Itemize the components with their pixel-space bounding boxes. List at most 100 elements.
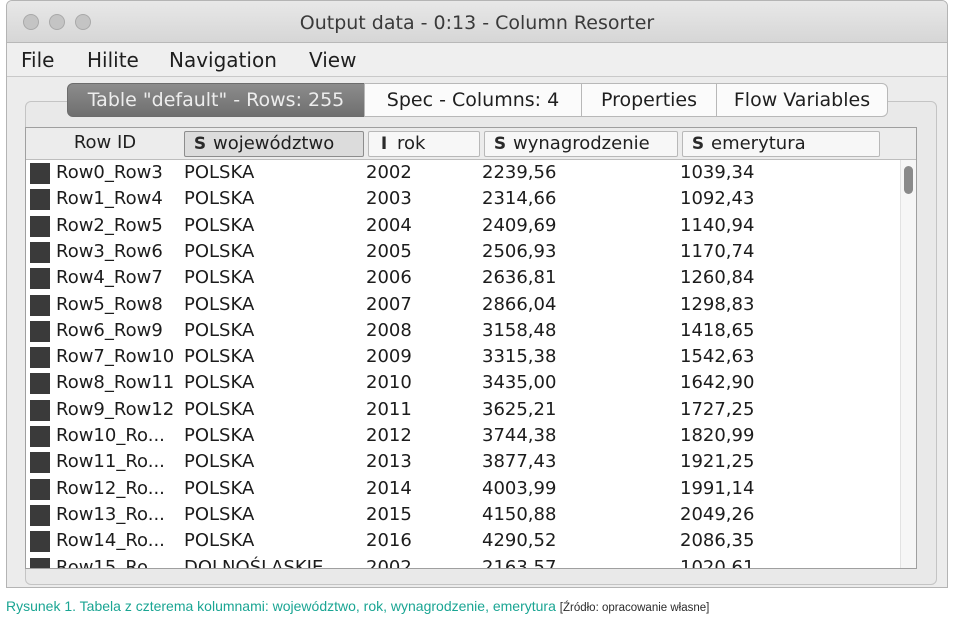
- string-type-icon: S: [193, 134, 207, 154]
- table-row[interactable]: Row8_Row11 POLSKA 2010 3435,00 1642,90: [26, 370, 902, 396]
- column-header-wojewodztwo[interactable]: Swojewództwo: [184, 131, 364, 157]
- column-header-label: Row ID: [73, 132, 137, 153]
- table-cell: POLSKA: [184, 267, 255, 289]
- table-row[interactable]: Row13_Ro... POLSKA 2015 4150,88 2049,26: [26, 502, 902, 528]
- table-cell: POLSKA: [184, 425, 255, 446]
- table-cell: POLSKA: [184, 188, 255, 210]
- table-row[interactable]: Row1_Row4 POLSKA 2003 2314,66 1092,43: [26, 186, 902, 212]
- table-row[interactable]: Row14_Ro... POLSKA 2016 4290,52 2086,35: [26, 528, 902, 554]
- table-cell: 3744,38: [482, 425, 557, 446]
- table-cell: 2014: [366, 477, 412, 499]
- table-cell: 2004: [366, 214, 412, 236]
- table-row[interactable]: Row10_Ro... POLSKA 2012 3744,38 1820,99: [26, 423, 902, 449]
- column-header-row-id[interactable]: Row ID: [30, 131, 180, 157]
- table-row[interactable]: Row15_Ro... DOLNOŚLĄSKIE 2002 2163,57 1020,6…: [26, 555, 902, 569]
- row-id-cell: Row6_Row9: [56, 319, 163, 341]
- table-cell: 1642,90: [680, 372, 755, 394]
- menu-file[interactable]: File: [21, 48, 54, 72]
- table-cell: POLSKA: [184, 477, 255, 499]
- string-type-icon: S: [493, 134, 507, 154]
- row-color-marker: [30, 504, 50, 526]
- caption-source: [Źródło: opracowanie własne]: [559, 602, 710, 614]
- tab-table-default[interactable]: Table "default" - Rows: 255: [67, 83, 365, 117]
- table-cell: 2003: [366, 188, 412, 210]
- table-row[interactable]: Row12_Ro... POLSKA 2014 4003,99 1991,14: [26, 476, 902, 502]
- table-row[interactable]: Row0_Row3 POLSKA 2002 2239,56 1039,34: [26, 160, 902, 186]
- table-row[interactable]: Row7_Row10 POLSKA 2009 3315,38 1542,63: [26, 344, 902, 370]
- table-cell: POLSKA: [184, 162, 255, 183]
- table-cell: POLSKA: [184, 346, 255, 368]
- row-color-marker: [30, 452, 50, 474]
- row-id-cell: Row4_Row7: [56, 267, 163, 289]
- table-cell: 1820,99: [680, 425, 755, 446]
- table-cell: 2008: [366, 319, 412, 341]
- table-row[interactable]: Row9_Row12 POLSKA 2011 3625,21 1727,25: [26, 397, 902, 423]
- row-color-marker: [30, 320, 50, 342]
- table-cell: 2012: [366, 425, 412, 446]
- table-row[interactable]: Row5_Row8 POLSKA 2007 2866,04 1298,83: [26, 292, 902, 318]
- table-row[interactable]: Row4_Row7 POLSKA 2006 2636,81 1260,84: [26, 265, 902, 291]
- table-cell: 2163,57: [482, 556, 557, 569]
- column-header-emerytura[interactable]: Semerytura: [682, 131, 880, 157]
- table-cell: 3315,38: [482, 346, 557, 368]
- menu-view[interactable]: View: [309, 48, 356, 72]
- table-cell: 2314,66: [482, 188, 557, 210]
- table-cell: 2016: [366, 530, 412, 552]
- tab-properties[interactable]: Properties: [581, 83, 717, 117]
- table-cell: 2002: [366, 162, 412, 183]
- menu-hilite[interactable]: Hilite: [87, 48, 139, 72]
- row-id-cell: Row5_Row8: [56, 293, 163, 315]
- column-header-label: województwo: [213, 133, 335, 154]
- tab-flow-variables[interactable]: Flow Variables: [716, 83, 888, 117]
- table-cell: POLSKA: [184, 293, 255, 315]
- row-color-marker: [30, 241, 50, 263]
- table-row[interactable]: Row6_Row9 POLSKA 2008 3158,48 1418,65: [26, 318, 902, 344]
- row-id-cell: Row3_Row6: [56, 240, 163, 262]
- column-header-label: rok: [397, 133, 426, 154]
- row-id-cell: Row12_Ro...: [56, 477, 165, 499]
- table-cell: 1092,43: [680, 188, 755, 210]
- vertical-scrollbar[interactable]: [900, 160, 916, 568]
- row-color-marker: [30, 373, 50, 395]
- application-window: Output data - 0:13 - Column Resorter Fil…: [6, 0, 948, 588]
- column-header-wynagrodzenie[interactable]: Swynagrodzenie: [484, 131, 678, 157]
- row-color-marker: [30, 426, 50, 447]
- menu-navigation[interactable]: Navigation: [169, 48, 277, 72]
- table-cell: 2002: [366, 556, 412, 569]
- table-cell: 4003,99: [482, 477, 557, 499]
- table-cell: POLSKA: [184, 372, 255, 394]
- table-cell: 1418,65: [680, 319, 755, 341]
- figure-caption: Rysunek 1. Tabela z czterema kolumnami: …: [6, 598, 709, 614]
- row-id-cell: Row10_Ro...: [56, 425, 165, 446]
- table-cell: 1039,34: [680, 162, 755, 183]
- table-header: Row ID Swojewództwo Irok Swynagrodzenie …: [26, 128, 916, 160]
- data-table: Row ID Swojewództwo Irok Swynagrodzenie …: [25, 127, 917, 569]
- column-header-rok[interactable]: Irok: [368, 131, 480, 157]
- table-cell: 3877,43: [482, 451, 557, 473]
- row-id-cell: Row15_Ro...: [56, 556, 165, 569]
- row-id-cell: Row2_Row5: [56, 214, 163, 236]
- row-id-cell: Row14_Ro...: [56, 530, 165, 552]
- table-row[interactable]: Row3_Row6 POLSKA 2005 2506,93 1170,74: [26, 239, 902, 265]
- table-cell: DOLNOŚLĄSKIE: [184, 556, 324, 569]
- tab-spec[interactable]: Spec - Columns: 4: [364, 83, 582, 117]
- row-id-cell: Row0_Row3: [56, 162, 163, 183]
- table-cell: 2009: [366, 346, 412, 368]
- row-id-cell: Row1_Row4: [56, 188, 163, 210]
- menu-bar: File Hilite Navigation View: [7, 43, 947, 77]
- table-cell: POLSKA: [184, 319, 255, 341]
- table-cell: 3158,48: [482, 319, 557, 341]
- table-cell: 1921,25: [680, 451, 755, 473]
- table-row[interactable]: Row11_Ro... POLSKA 2013 3877,43 1921,25: [26, 449, 902, 475]
- scrollbar-thumb[interactable]: [904, 166, 913, 194]
- table-cell: 2239,56: [482, 162, 557, 183]
- column-header-label: wynagrodzenie: [513, 133, 650, 154]
- table-cell: 2866,04: [482, 293, 557, 315]
- table-cell: 2506,93: [482, 240, 557, 262]
- row-color-marker: [30, 399, 50, 421]
- table-cell: 1140,94: [680, 214, 755, 236]
- table-row[interactable]: Row2_Row5 POLSKA 2004 2409,69 1140,94: [26, 213, 902, 239]
- table-body: Row0_Row3 POLSKA 2002 2239,56 1039,34 Row1_Ro…: [26, 160, 902, 569]
- table-cell: 2006: [366, 267, 412, 289]
- row-color-marker: [30, 268, 50, 290]
